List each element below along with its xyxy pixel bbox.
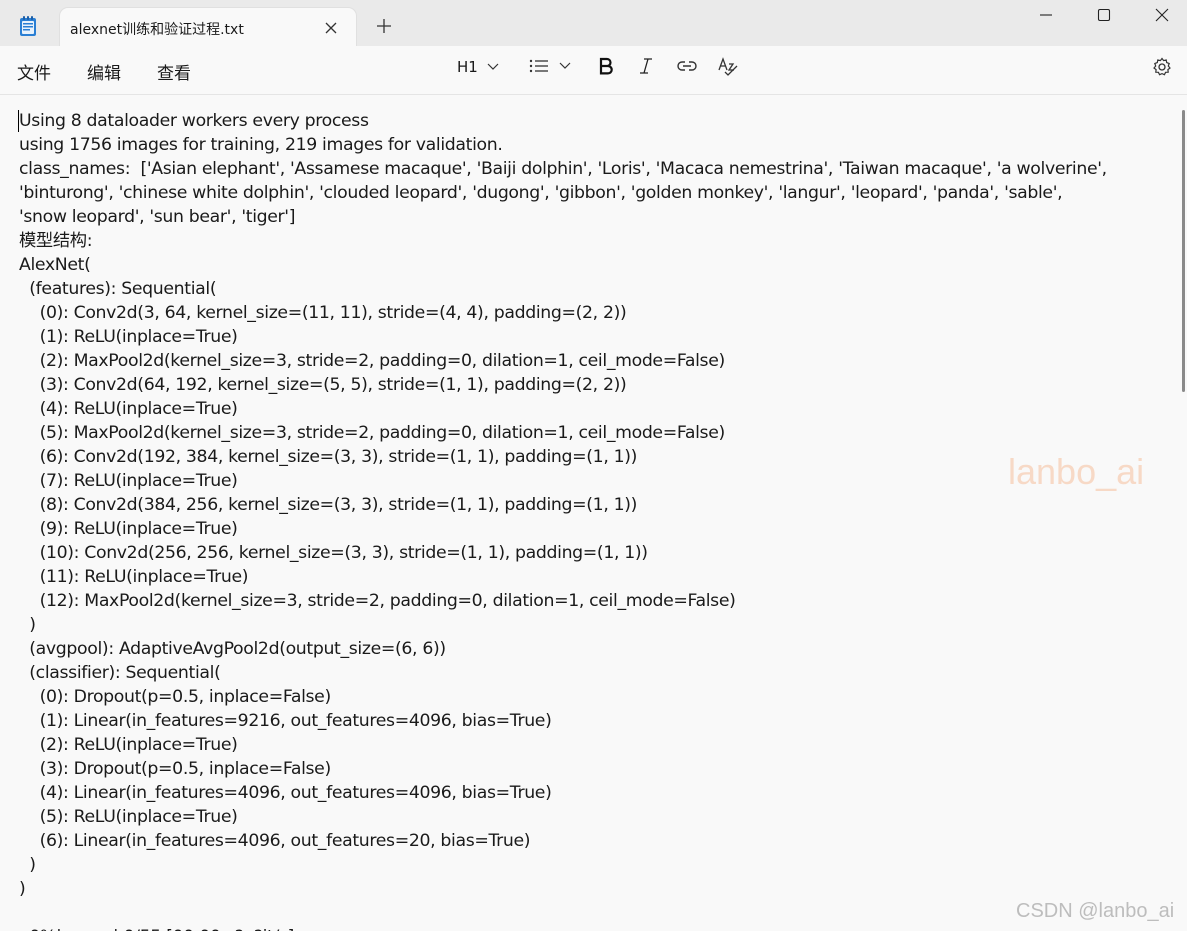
list-dropdown[interactable] <box>529 56 575 82</box>
text-line: (4): ReLU(inplace=True) <box>19 399 238 419</box>
text-line: (avgpool): AdaptiveAvgPool2d(output_size… <box>19 639 446 659</box>
gear-icon <box>1153 57 1171 76</box>
text-editor[interactable]: Using 8 dataloader workers every process… <box>0 95 1180 931</box>
chevron-down-icon <box>559 60 571 70</box>
text-line: ) <box>19 615 36 635</box>
chevron-down-icon <box>487 61 499 71</box>
menu-bar: 文件 编辑 查看 H1 <box>0 46 1187 95</box>
heading-label: H1 <box>457 58 478 76</box>
notepad-app-icon <box>18 15 38 37</box>
text-line: Using 8 dataloader workers every process <box>19 111 369 131</box>
editor-content[interactable]: Using 8 dataloader workers every process… <box>19 109 1169 931</box>
text-line: AlexNet( <box>19 255 91 275</box>
italic-icon <box>640 58 652 74</box>
text-line: (4): Linear(in_features=4096, out_featur… <box>19 783 552 803</box>
text-line: (5): ReLU(inplace=True) <box>19 807 238 827</box>
bold-icon <box>599 57 613 75</box>
document-tab[interactable]: alexnet训练和验证过程.txt <box>60 8 356 46</box>
text-line: 模型结构: <box>19 231 93 251</box>
text-line: 'binturong', 'chinese white dolphin', 'c… <box>19 183 1063 203</box>
text-line: 'snow leopard', 'sun bear', 'tiger'] <box>19 207 296 227</box>
text-line: (7): ReLU(inplace=True) <box>19 471 238 491</box>
close-icon[interactable] <box>324 20 338 34</box>
tab-title: alexnet训练和验证过程.txt <box>70 22 244 38</box>
text-line: (10): Conv2d(256, 256, kernel_size=(3, 3… <box>19 543 648 563</box>
minimize-button[interactable] <box>1017 0 1075 30</box>
text-line: 0%| | 0/55 [00:00<?, ?it/s] <box>19 925 1169 931</box>
text-line: (6): Conv2d(192, 384, kernel_size=(3, 3)… <box>19 447 638 467</box>
link-icon <box>677 61 697 71</box>
text-line: (5): MaxPool2d(kernel_size=3, stride=2, … <box>19 423 726 443</box>
text-line: (2): ReLU(inplace=True) <box>19 735 238 755</box>
spellcheck-icon <box>718 57 738 76</box>
text-line: using 1756 images for training, 219 imag… <box>19 135 503 155</box>
text-line: (11): ReLU(inplace=True) <box>19 567 249 587</box>
text-line: (2): MaxPool2d(kernel_size=3, stride=2, … <box>19 351 726 371</box>
text-line: (0): Dropout(p=0.5, inplace=False) <box>19 687 332 707</box>
menu-edit[interactable]: 编辑 <box>87 59 121 84</box>
text-line: class_names: ['Asian elephant', 'Assames… <box>19 159 1107 179</box>
text-line <box>19 901 1169 925</box>
text-line: (0): Conv2d(3, 64, kernel_size=(11, 11),… <box>19 303 627 323</box>
watermark-center: lanbo_ai <box>1008 451 1145 492</box>
menu-file[interactable]: 文件 <box>17 59 51 84</box>
window-close-button[interactable] <box>1133 0 1187 30</box>
title-bar: alexnet训练和验证过程.txt <box>0 0 1187 46</box>
text-line: (1): ReLU(inplace=True) <box>19 327 238 347</box>
watermark-footer: CSDN @lanbo_ai <box>1016 900 1175 922</box>
text-line: (1): Linear(in_features=9216, out_featur… <box>19 711 552 731</box>
text-line: (classifier): Sequential( <box>19 663 221 683</box>
text-line: (8): Conv2d(384, 256, kernel_size=(3, 3)… <box>19 495 638 515</box>
spellcheck-button[interactable] <box>717 56 741 82</box>
bold-button[interactable] <box>598 56 618 82</box>
italic-button[interactable] <box>638 56 658 82</box>
text-line: (features): Sequential( <box>19 279 217 299</box>
menu-view[interactable]: 查看 <box>157 59 191 84</box>
text-line: (3): Conv2d(64, 192, kernel_size=(5, 5),… <box>19 375 627 395</box>
maximize-button[interactable] <box>1075 0 1133 30</box>
link-button[interactable] <box>676 56 700 82</box>
text-line: (12): MaxPool2d(kernel_size=3, stride=2,… <box>19 591 736 611</box>
bullet-list-icon <box>529 58 549 74</box>
text-line: ) <box>19 855 36 875</box>
text-line: (6): Linear(in_features=4096, out_featur… <box>19 831 531 851</box>
heading-dropdown[interactable]: H1 <box>457 57 505 83</box>
text-line: (3): Dropout(p=0.5, inplace=False) <box>19 759 332 779</box>
text-line: ) <box>19 879 26 899</box>
vertical-scrollbar[interactable] <box>1182 110 1185 392</box>
settings-button[interactable] <box>1152 56 1174 82</box>
text-line: (9): ReLU(inplace=True) <box>19 519 238 539</box>
new-tab-plus-icon[interactable] <box>375 17 393 35</box>
